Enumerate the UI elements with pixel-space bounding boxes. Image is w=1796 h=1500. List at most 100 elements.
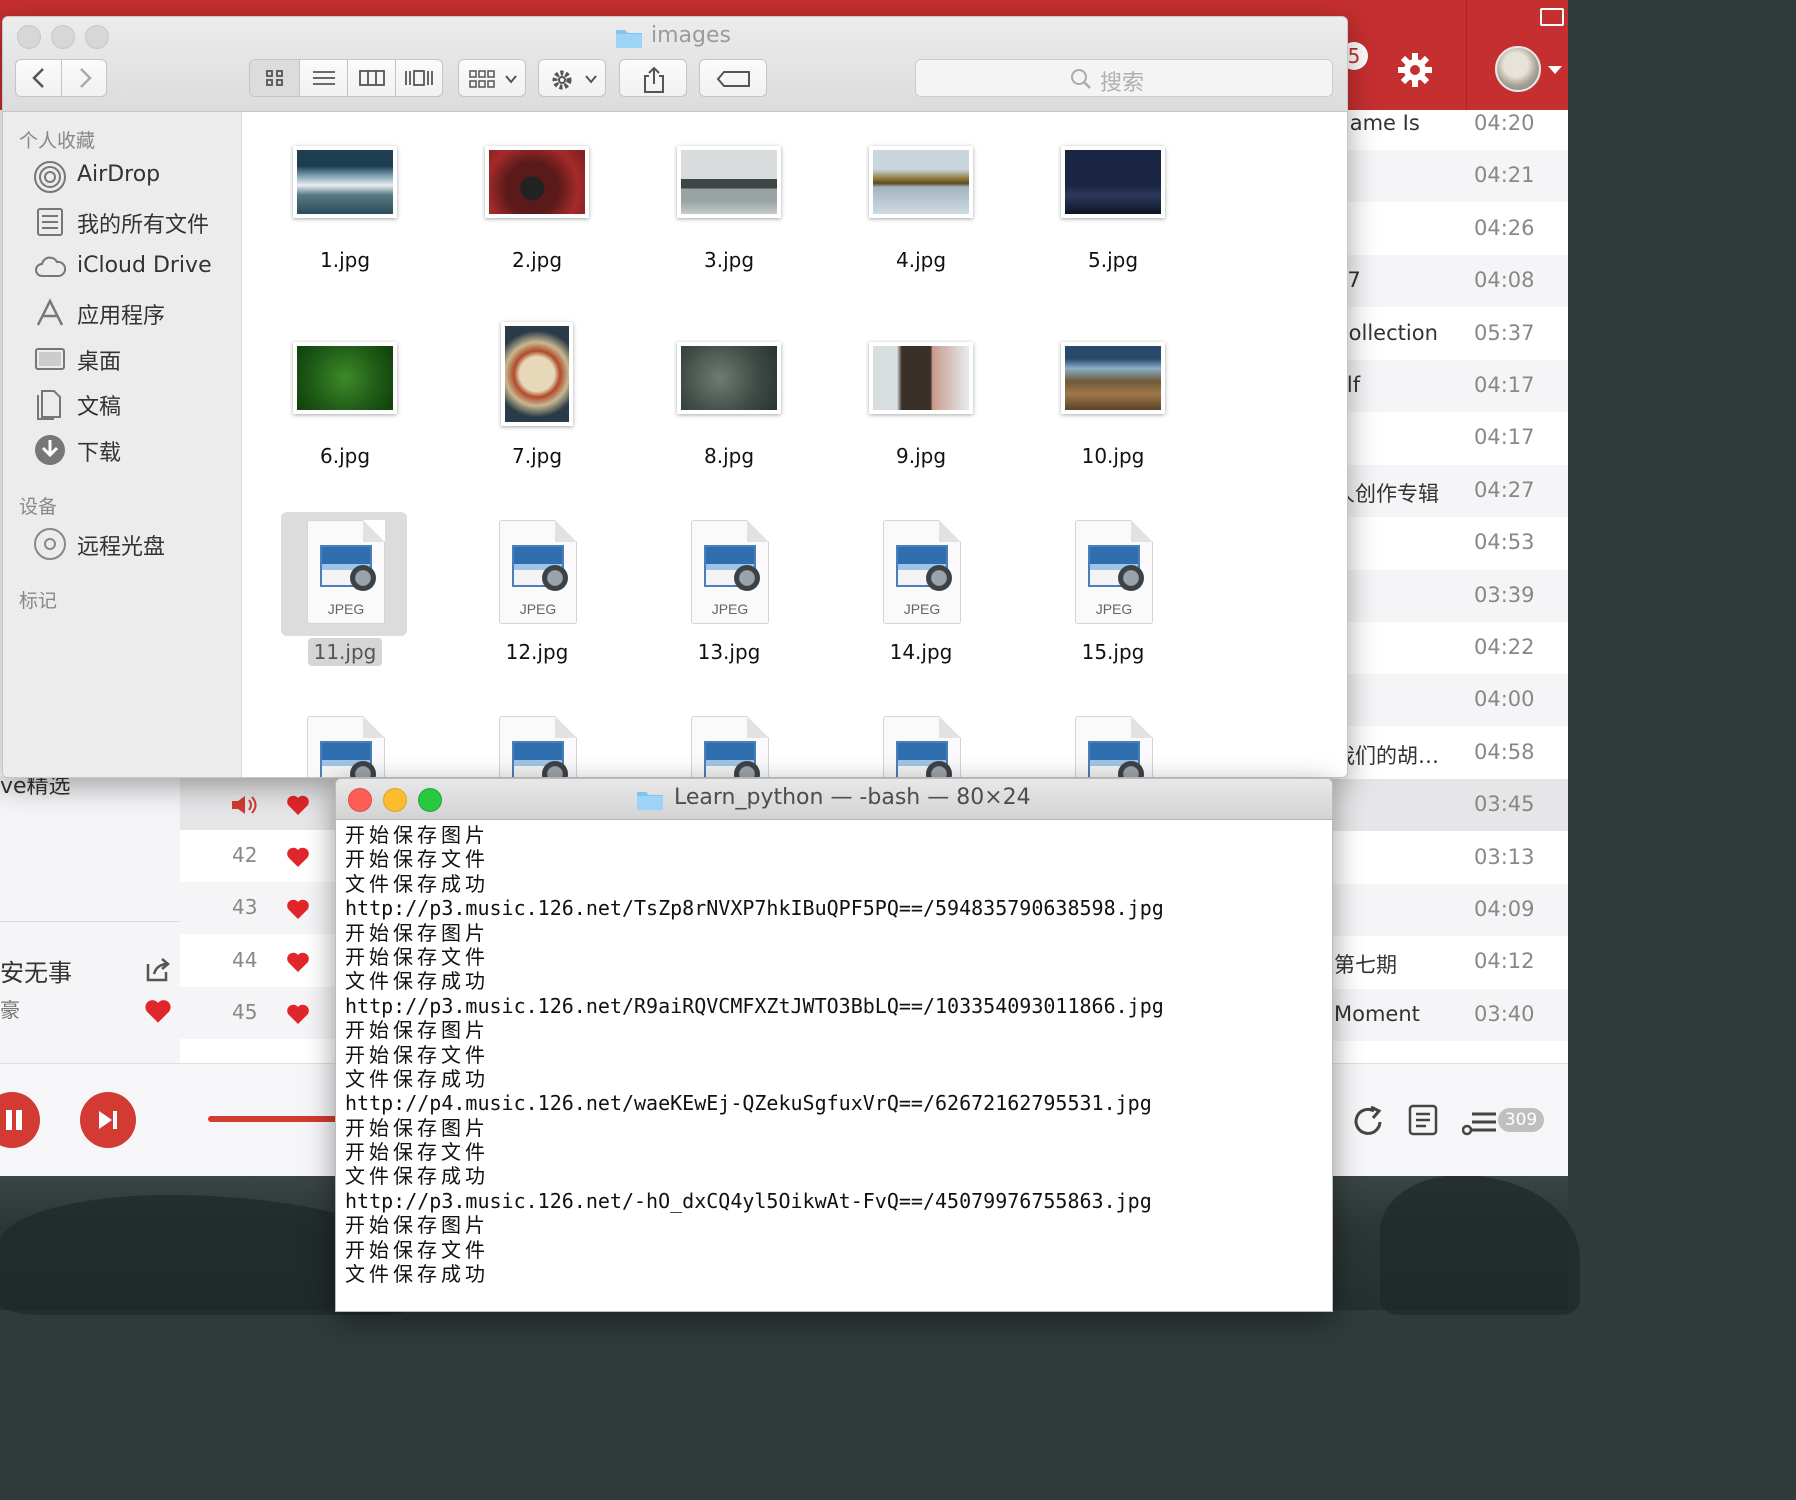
file-item[interactable]: 5.jpg (1051, 142, 1175, 322)
action-menu-button[interactable] (538, 59, 606, 97)
table-row[interactable]: Moment 03:40 (1330, 988, 1568, 1041)
next-track-button[interactable] (80, 1092, 136, 1148)
table-row[interactable]: 第七期 04:12 (1330, 936, 1568, 988)
skip-next-icon (99, 1111, 117, 1129)
like-heart-icon[interactable] (286, 846, 310, 868)
table-row[interactable]: . 04:17 (1330, 412, 1568, 464)
table-row[interactable]: Name Is 04:20 (1330, 98, 1568, 150)
user-avatar[interactable] (1495, 46, 1541, 92)
file-item[interactable]: JPEG 15.jpg (1051, 512, 1175, 692)
settings-gear-icon[interactable] (1397, 52, 1433, 88)
file-item[interactable]: 7.jpg (475, 318, 599, 498)
file-item[interactable]: 10.jpg (1051, 338, 1175, 518)
file-item[interactable]: 9.jpg (859, 338, 983, 518)
table-row[interactable]: 03:13 (1330, 832, 1568, 884)
table-row[interactable]: Collection 05:37 (1330, 308, 1568, 360)
table-row[interactable]: 04:21 (1330, 150, 1568, 203)
table-row[interactable]: alf 04:17 (1330, 360, 1568, 412)
window-mini-icon[interactable] (1540, 8, 1564, 26)
forward-button[interactable] (62, 60, 106, 96)
zoom-window-button[interactable] (418, 788, 442, 812)
jpeg-file-icon[interactable] (307, 716, 385, 777)
like-heart-icon[interactable] (286, 951, 310, 973)
table-row[interactable]: 37 04:08 (1330, 255, 1568, 308)
file-item[interactable]: 8.jpg (667, 338, 791, 518)
table-row[interactable]: 45 (180, 987, 340, 1039)
table-row[interactable]: 42 (180, 830, 340, 882)
table-row[interactable]: 04:22 (1330, 622, 1568, 674)
song-title: . (1334, 425, 1464, 449)
repeat-icon[interactable] (1352, 1106, 1386, 1136)
sidebar-item-icloud[interactable]: iCloud Drive (33, 249, 233, 287)
sidebar-item-remote-disc[interactable]: 远程光盘 (33, 525, 233, 563)
table-row[interactable]: 我们的胡… 04:58 (1330, 727, 1568, 779)
file-item[interactable]: 1.jpg (283, 142, 407, 322)
search-input[interactable]: 搜索 (915, 59, 1333, 97)
like-heart-icon[interactable] (286, 794, 310, 816)
minimize-window-button[interactable] (383, 788, 407, 812)
lyrics-icon[interactable] (1408, 1104, 1438, 1136)
finder-sidebar: 个人收藏 AirDrop 我的所有文件 iCloud Drive 应用程序 桌面… (3, 112, 242, 777)
like-heart-icon[interactable] (286, 898, 310, 920)
list-view-button[interactable] (300, 60, 348, 96)
table-row[interactable]: 44 (180, 935, 340, 987)
terminal-output[interactable]: 开始保存图片 开始保存文件 文件保存成功 http://p3.music.126.ne… (345, 823, 1325, 1286)
like-heart-icon[interactable] (286, 1003, 310, 1025)
column-view-button[interactable] (348, 60, 396, 96)
table-row[interactable]: 人创作专辑 04:27 (1330, 464, 1568, 517)
tags-button[interactable] (699, 59, 767, 97)
arrange-button[interactable] (458, 59, 526, 97)
like-heart-icon[interactable] (144, 998, 172, 1024)
file-item[interactable]: JPEG 12.jpg (475, 512, 599, 692)
zoom-window-button[interactable] (85, 25, 109, 49)
file-item[interactable]: 4.jpg (859, 142, 983, 322)
jpeg-file-icon[interactable] (499, 716, 577, 777)
file-item[interactable]: 6.jpg (283, 338, 407, 518)
now-playing-title[interactable]: 安无事 (0, 953, 72, 988)
terminal-line: 开始保存图片 (345, 823, 489, 847)
now-playing-artist[interactable]: 豪 (0, 994, 20, 1023)
sidebar-item-desktop[interactable]: 桌面 (33, 340, 233, 378)
coverflow-view-button[interactable] (396, 60, 442, 96)
table-row[interactable]: 03:45 (1330, 779, 1568, 832)
sidebar-item-all-files[interactable]: 我的所有文件 (33, 203, 233, 241)
file-item[interactable]: 3.jpg (667, 142, 791, 322)
track-number: 42 (232, 843, 258, 867)
table-row[interactable]: 04:00 (1330, 674, 1568, 727)
minimize-window-button[interactable] (51, 25, 75, 49)
table-row[interactable] (180, 778, 340, 830)
file-item[interactable]: JPEG 14.jpg (859, 512, 983, 692)
pause-button[interactable] (0, 1092, 40, 1148)
table-row[interactable]: 04:09 (1330, 884, 1568, 936)
queue-count-badge[interactable]: 309 (1498, 1108, 1544, 1132)
sidebar-item-documents[interactable]: 文稿 (33, 385, 233, 423)
playlist-icon[interactable] (1462, 1108, 1498, 1136)
file-item-selected[interactable]: JPEG 11.jpg (281, 512, 407, 692)
sidebar-item-applications[interactable]: 应用程序 (33, 294, 233, 332)
table-row[interactable]: 03:39 (1330, 569, 1568, 622)
sidebar-item-airdrop[interactable]: AirDrop (33, 158, 233, 196)
chevron-down-icon[interactable] (1548, 66, 1562, 74)
playback-progress-bar[interactable] (208, 1116, 338, 1122)
table-row[interactable]: . 04:26 (1330, 203, 1568, 255)
header-divider (1466, 0, 1467, 110)
table-row[interactable]: 04:53 (1330, 517, 1568, 569)
table-row[interactable]: 43 (180, 882, 340, 934)
close-window-button[interactable] (348, 788, 372, 812)
share-icon (644, 66, 664, 93)
song-title: . (1334, 216, 1464, 240)
file-item[interactable]: 2.jpg (475, 142, 599, 322)
close-window-button[interactable] (17, 25, 41, 49)
sidebar-item-downloads[interactable]: 下载 (33, 431, 233, 469)
jpeg-file-icon[interactable] (691, 716, 769, 777)
jpeg-file-icon[interactable] (1075, 716, 1153, 777)
jpeg-file-icon[interactable] (883, 716, 961, 777)
disc-icon (34, 528, 66, 560)
file-name: 1.jpg (319, 248, 371, 272)
chevron-down-icon (505, 75, 517, 84)
file-item[interactable]: JPEG 13.jpg (667, 512, 791, 692)
share-button[interactable] (619, 59, 687, 97)
back-button[interactable] (16, 60, 62, 96)
icon-view-button[interactable] (250, 60, 300, 96)
share-icon[interactable] (144, 956, 172, 984)
